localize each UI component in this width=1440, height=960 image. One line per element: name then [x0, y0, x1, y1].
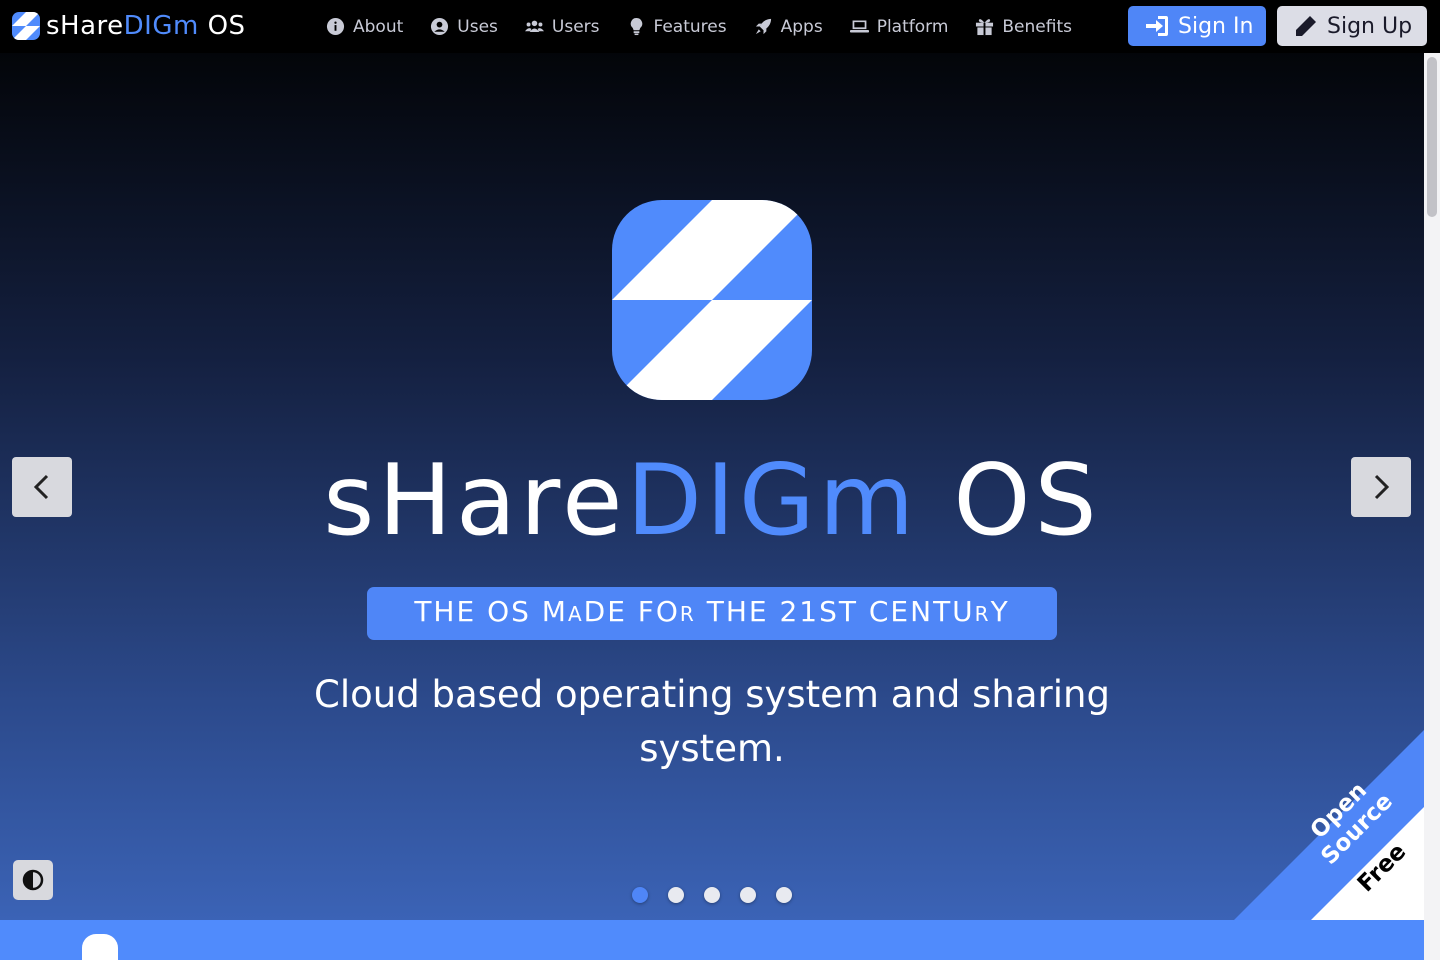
- nav-item-apps[interactable]: Apps: [754, 17, 823, 37]
- nav-label: Uses: [457, 16, 498, 37]
- info-circle-icon: [326, 17, 345, 36]
- nav-label: Apps: [780, 16, 823, 37]
- chevron-right-icon: [1374, 474, 1390, 500]
- carousel-prev-button[interactable]: [12, 457, 72, 517]
- logo-icon: [12, 12, 40, 40]
- corner-ribbon: Open Source Free: [1234, 730, 1424, 920]
- carousel-next-button[interactable]: [1351, 457, 1411, 517]
- theme-toggle-button[interactable]: [13, 860, 53, 900]
- nav-label: Features: [653, 16, 727, 37]
- sign-up-label: Sign Up: [1327, 13, 1413, 39]
- sign-in-button[interactable]: Sign In: [1128, 6, 1266, 46]
- nav-item-benefits[interactable]: Benefits: [975, 17, 1072, 37]
- section-shape: [82, 934, 118, 960]
- nav-item-uses[interactable]: Uses: [430, 17, 498, 37]
- carousel-dot-5[interactable]: [776, 887, 792, 903]
- nav-item-platform[interactable]: Platform: [849, 16, 949, 37]
- users-icon: [524, 20, 544, 33]
- carousel-indicators: [632, 887, 812, 903]
- tagline-badge: THE OS MaDE FOr THE 21ST CENTUrY: [367, 587, 1057, 640]
- gift-icon: [976, 19, 994, 36]
- nav-item-features[interactable]: Features: [627, 17, 727, 37]
- nav-label: Benefits: [1002, 16, 1072, 37]
- user-circle-icon: [431, 17, 449, 36]
- sign-up-button[interactable]: Sign Up: [1277, 6, 1427, 46]
- carousel-dot-2[interactable]: [668, 887, 684, 903]
- nav-item-about[interactable]: About: [326, 17, 403, 37]
- nav-item-users[interactable]: Users: [524, 16, 600, 37]
- scrollbar-thumb[interactable]: [1427, 57, 1437, 217]
- brand-link[interactable]: sHareDIGm OS: [12, 11, 246, 41]
- nav-label: About: [353, 16, 404, 37]
- sharedigm-logo-icon: [612, 200, 812, 400]
- carousel-dot-3[interactable]: [704, 887, 720, 903]
- scrollbar[interactable]: [1424, 53, 1440, 960]
- nav-label: Platform: [876, 16, 949, 37]
- hero-carousel: sHareDIGm OS THE OS MaDE FOr THE 21ST CE…: [0, 53, 1424, 920]
- hero-subtitle: Cloud based operating system and sharing…: [314, 673, 1110, 770]
- laptop-icon: [849, 20, 869, 33]
- brand-name: sHareDIGm OS: [46, 11, 246, 41]
- hero-title: sHareDIGm OS: [323, 444, 1101, 558]
- next-section: [0, 920, 1424, 960]
- carousel-dot-1[interactable]: [632, 887, 648, 903]
- lightbulb-icon: [630, 17, 642, 36]
- sign-in-label: Sign In: [1178, 13, 1254, 39]
- chevron-left-icon: [33, 474, 49, 500]
- pencil-icon: [1296, 16, 1316, 36]
- contrast-icon: [22, 869, 44, 891]
- rocket-icon: [755, 18, 771, 35]
- sign-in-icon: [1146, 16, 1168, 36]
- carousel-dot-4[interactable]: [740, 887, 756, 903]
- nav-label: Users: [551, 16, 600, 37]
- nav-links: About Uses Users Features Apps Platform …: [326, 0, 1099, 53]
- navbar: sHareDIGm OS About Uses Users Features A…: [0, 0, 1440, 53]
